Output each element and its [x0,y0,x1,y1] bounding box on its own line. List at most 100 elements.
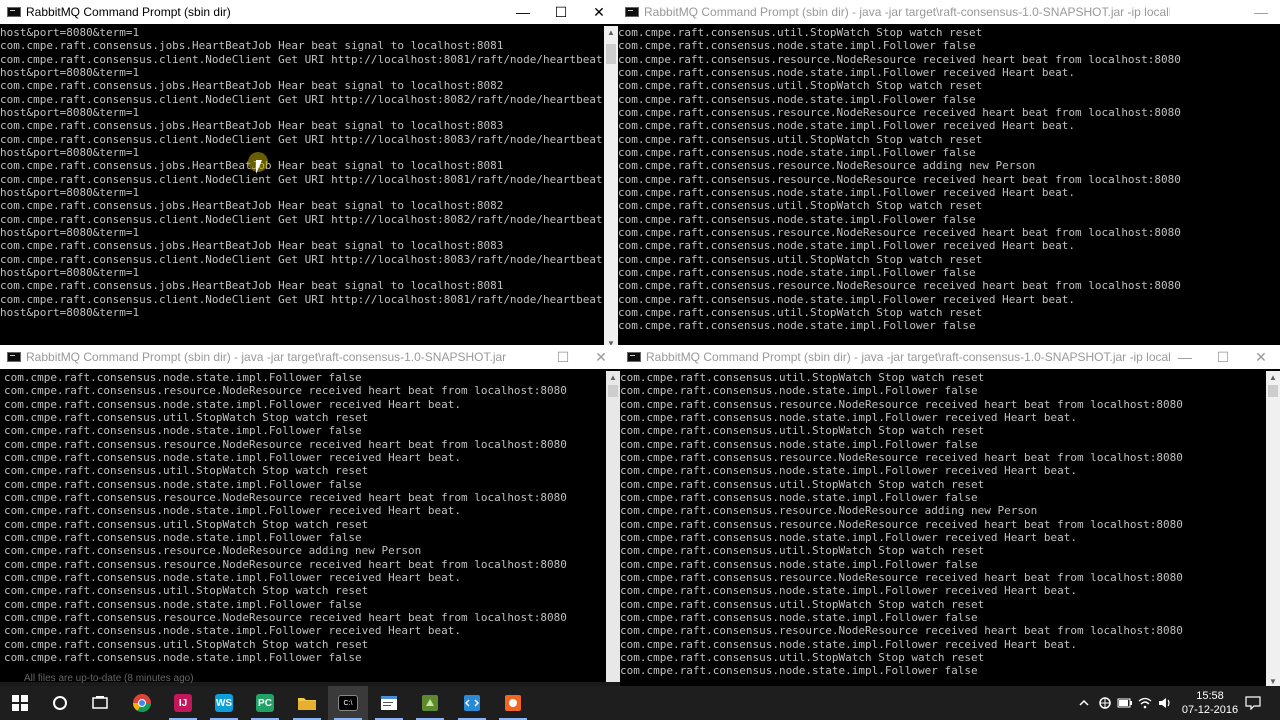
console-line: com.cmpe.raft.consensus.resource.NodeRes… [4,610,567,624]
console-line: com.cmpe.raft.consensus.resource.NodeRes… [4,437,567,451]
console-line: com.cmpe.raft.consensus.util.StopWatch S… [618,79,983,93]
console-line: com.cmpe.raft.consensus.node.state.impl.… [4,397,461,411]
console-line: com.cmpe.raft.consensus.node.state.impl.… [618,265,976,279]
console-line: com.cmpe.raft.consensus.resource.NodeRes… [618,172,1181,186]
console-line: com.cmpe.raft.consensus.node.state.impl.… [620,384,978,398]
circle-icon [53,696,67,710]
volume-button[interactable] [1156,686,1174,720]
console-line: com.cmpe.raft.consensus.resource.NodeRes… [618,159,1036,173]
console-line: com.cmpe.raft.consensus.node.state.impl.… [618,92,976,106]
chrome-icon [133,694,151,713]
intellij-icon: IJ [174,694,192,712]
console-line: com.cmpe.raft.consensus.node.state.impl.… [4,650,362,664]
scrollbar[interactable]: ▲ ▼ [1266,371,1280,688]
console-line: com.cmpe.raft.consensus.util.StopWatch S… [4,464,369,478]
console-output[interactable]: com.cmpe.raft.consensus.util.StopWatch S… [620,371,1266,688]
scroll-thumb[interactable] [1268,385,1278,397]
console-line: com.cmpe.raft.consensus.jobs.HeartBeatJo… [0,279,504,293]
console-line: com.cmpe.raft.consensus.node.state.impl.… [618,212,976,226]
clock-date: 07-12-2016 [1181,704,1239,716]
title-bar[interactable]: RabbitMQ Command Prompt (sbin dir) - jav… [0,345,620,369]
orange-app-button[interactable] [493,686,533,720]
console-output[interactable]: com.cmpe.raft.consensus.node.state.impl.… [4,371,606,682]
maximize-button[interactable]: ☐ [544,345,582,369]
window-title: RabbitMQ Command Prompt (sbin dir) - jav… [646,350,1170,364]
console-line: com.cmpe.raft.consensus.node.state.impl.… [620,410,1077,424]
battery-button[interactable] [1116,686,1134,720]
terminal-window-bottom-right[interactable]: RabbitMQ Command Prompt (sbin dir) - jav… [620,345,1280,688]
console-line: com.cmpe.raft.consensus.node.state.impl.… [620,637,1077,651]
intellij-button[interactable]: IJ [163,686,203,720]
console-line: com.cmpe.raft.consensus.node.state.impl.… [618,292,1075,306]
window-title: RabbitMQ Command Prompt (sbin dir) [26,5,231,19]
console-line: host&port=8080&term=1 [0,185,140,199]
scroll-up-icon[interactable]: ▲ [604,26,618,39]
scrollbar[interactable]: ▲ ▼ [604,26,618,350]
console-line: com.cmpe.raft.consensus.resource.NodeRes… [620,397,1183,411]
minimize-button[interactable]: — [1242,0,1280,24]
console-line: host&port=8080&term=1 [0,225,140,239]
console-line: com.cmpe.raft.consensus.util.StopWatch S… [4,584,369,598]
close-button[interactable]: ✕ [582,345,620,369]
console-line: com.cmpe.raft.consensus.jobs.HeartBeatJo… [0,159,504,173]
task-view-button[interactable] [80,686,120,720]
console-line: com.cmpe.raft.consensus.node.state.impl.… [618,319,976,333]
scroll-thumb[interactable] [606,44,616,64]
console-line: com.cmpe.raft.consensus.node.state.impl.… [618,119,1075,133]
start-button[interactable] [0,686,40,720]
scroll-thumb[interactable] [608,385,618,397]
close-button[interactable]: ✕ [1242,345,1280,369]
action-center-button[interactable] [1240,686,1266,720]
file-explorer-button[interactable] [287,686,327,720]
scroll-up-icon[interactable]: ▲ [606,371,620,384]
console-output[interactable]: com.cmpe.raft.consensus.util.StopWatch S… [618,26,1266,345]
java-app-button[interactable] [410,686,450,720]
title-bar[interactable]: RabbitMQ Command Prompt (sbin dir) - jav… [618,0,1280,24]
clock[interactable]: 15:58 07-12-2016 [1180,689,1240,717]
console-line: com.cmpe.raft.consensus.node.state.impl.… [4,504,461,518]
maximize-button[interactable]: ☐ [542,0,580,24]
tray-overflow-button[interactable] [1074,686,1094,720]
windows-logo-icon [12,695,28,711]
tray-app-icon[interactable] [1096,686,1114,720]
pycharm-icon: PC [256,694,274,712]
terminal-window-top-right[interactable]: RabbitMQ Command Prompt (sbin dir) - jav… [618,0,1280,345]
console-line: com.cmpe.raft.consensus.node.state.impl.… [4,624,461,638]
window-title: RabbitMQ Command Prompt (sbin dir) - jav… [26,350,510,364]
notepad-button[interactable] [369,686,409,720]
console-line: com.cmpe.raft.consensus.node.state.impl.… [620,557,978,571]
cortana-button[interactable] [40,686,80,720]
console-line: com.cmpe.raft.consensus.node.state.impl.… [620,437,978,451]
console-line: com.cmpe.raft.consensus.jobs.HeartBeatJo… [0,119,504,133]
cmd-icon [7,352,21,362]
command-prompt-button[interactable]: C:\ [328,686,368,720]
title-bar[interactable]: RabbitMQ Command Prompt (sbin dir) - jav… [620,345,1280,369]
console-output[interactable]: host&port=8080&term=1 com.cmpe.raft.conse… [0,26,604,350]
terminal-window-top-left[interactable]: RabbitMQ Command Prompt (sbin dir) — ☐ ✕… [0,0,618,350]
minimize-button[interactable]: — [1166,345,1204,369]
orange-app-icon [505,695,521,711]
webstorm-button[interactable]: WS [204,686,244,720]
scrollbar[interactable]: ▲ [606,371,620,682]
console-line: com.cmpe.raft.consensus.util.StopWatch S… [618,132,983,146]
console-line: com.cmpe.raft.consensus.resource.NodeRes… [4,544,422,558]
minimize-button[interactable]: — [504,0,542,24]
console-line: com.cmpe.raft.consensus.jobs.HeartBeatJo… [0,39,504,53]
title-bar[interactable]: RabbitMQ Command Prompt (sbin dir) — ☐ ✕ [0,0,618,24]
terminal-window-bottom-left[interactable]: RabbitMQ Command Prompt (sbin dir) - jav… [0,345,620,682]
scroll-up-icon[interactable]: ▲ [1266,371,1280,384]
console-line: com.cmpe.raft.consensus.jobs.HeartBeatJo… [0,199,504,213]
console-line: host&port=8080&term=1 [0,265,140,279]
cmd-icon: C:\ [338,695,358,711]
maximize-button[interactable]: ☐ [1204,345,1242,369]
vscode-button[interactable] [452,686,492,720]
close-button[interactable]: ✕ [580,0,618,24]
console-line: com.cmpe.raft.consensus.util.StopWatch S… [4,517,369,531]
wifi-button[interactable] [1136,686,1154,720]
chrome-button[interactable] [122,686,162,720]
console-line: com.cmpe.raft.consensus.jobs.HeartBeatJo… [0,79,504,93]
pycharm-button[interactable]: PC [245,686,285,720]
console-line: com.cmpe.raft.consensus.util.StopWatch S… [618,305,983,319]
console-line: com.cmpe.raft.consensus.node.state.impl.… [4,450,461,464]
console-line: com.cmpe.raft.consensus.node.state.impl.… [620,530,1077,544]
